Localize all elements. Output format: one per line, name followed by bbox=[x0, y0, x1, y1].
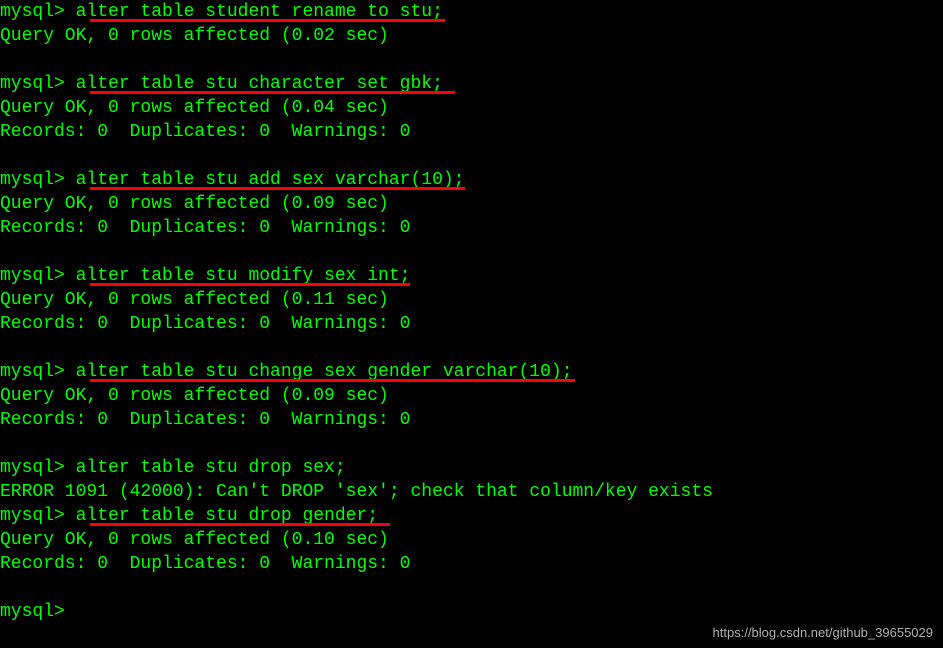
highlight-underline bbox=[90, 379, 575, 382]
highlight-underline bbox=[90, 187, 465, 190]
command-line: mysql> alter table stu add sex varchar(1… bbox=[0, 168, 943, 192]
blank-line bbox=[0, 48, 943, 72]
output-line: Query OK, 0 rows affected (0.09 sec) bbox=[0, 192, 943, 216]
output-line: Records: 0 Duplicates: 0 Warnings: 0 bbox=[0, 408, 943, 432]
output-line: Records: 0 Duplicates: 0 Warnings: 0 bbox=[0, 216, 943, 240]
blank-line bbox=[0, 576, 943, 600]
output-line: ERROR 1091 (42000): Can't DROP 'sex'; ch… bbox=[0, 480, 943, 504]
command-line: mysql> alter table stu drop gender; bbox=[0, 504, 943, 528]
output-line: Records: 0 Duplicates: 0 Warnings: 0 bbox=[0, 552, 943, 576]
command-line: mysql> alter table student rename to stu… bbox=[0, 0, 943, 24]
blank-line bbox=[0, 432, 943, 456]
blank-line bbox=[0, 336, 943, 360]
output-line: Query OK, 0 rows affected (0.04 sec) bbox=[0, 96, 943, 120]
output-line: Records: 0 Duplicates: 0 Warnings: 0 bbox=[0, 120, 943, 144]
blank-line bbox=[0, 144, 943, 168]
highlight-underline bbox=[90, 91, 455, 94]
output-line: Query OK, 0 rows affected (0.10 sec) bbox=[0, 528, 943, 552]
output-line: Query OK, 0 rows affected (0.11 sec) bbox=[0, 288, 943, 312]
command-line: mysql> alter table stu drop sex; bbox=[0, 456, 943, 480]
output-line: Query OK, 0 rows affected (0.09 sec) bbox=[0, 384, 943, 408]
highlight-underline bbox=[90, 283, 410, 286]
terminal-window[interactable]: mysql> alter table student rename to stu… bbox=[0, 0, 943, 648]
watermark-text: https://blog.csdn.net/github_39655029 bbox=[713, 625, 933, 640]
output-line: Query OK, 0 rows affected (0.02 sec) bbox=[0, 24, 943, 48]
highlight-underline bbox=[90, 19, 445, 22]
blank-line bbox=[0, 240, 943, 264]
command-line: mysql> alter table stu character set gbk… bbox=[0, 72, 943, 96]
highlight-underline bbox=[90, 523, 390, 526]
prompt-line: mysql> bbox=[0, 600, 943, 624]
command-line: mysql> alter table stu modify sex int; bbox=[0, 264, 943, 288]
output-line: Records: 0 Duplicates: 0 Warnings: 0 bbox=[0, 312, 943, 336]
command-line: mysql> alter table stu change sex gender… bbox=[0, 360, 943, 384]
